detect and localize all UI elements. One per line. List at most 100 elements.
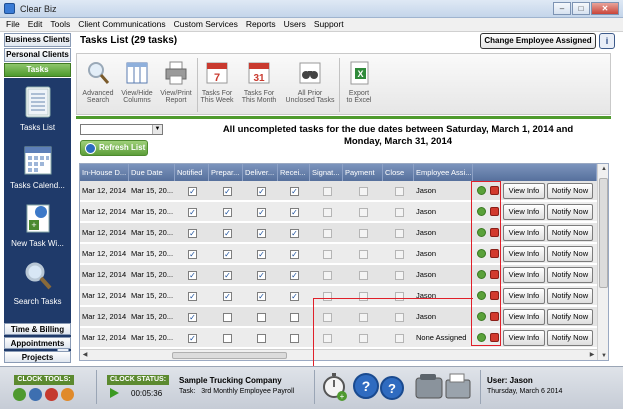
view-info-button[interactable]: View Info (503, 330, 545, 346)
tasks-this-month-button[interactable]: 31 Tasks For This Month (239, 60, 279, 104)
nav-item-tasks-calendar[interactable]: Tasks Calend... (4, 144, 71, 190)
view-print-report-button[interactable]: View/Print Report (156, 60, 196, 104)
help-icon[interactable]: ? ? (352, 370, 408, 402)
status-checkbox[interactable]: ✓ (257, 271, 266, 280)
view-info-button[interactable]: View Info (503, 183, 545, 199)
nav-tasks[interactable]: Tasks (4, 63, 71, 77)
status-checkbox[interactable] (359, 313, 368, 322)
phone-fax-icon[interactable] (414, 370, 474, 402)
table-row[interactable]: Mar 12, 2014 Mar 15, 20... ✓ ✓ ✓ ✓ Jason View I… (80, 244, 597, 264)
col-employee-assigned[interactable]: Employee Assi... (414, 164, 473, 181)
status-checkbox[interactable]: ✓ (188, 229, 197, 238)
table-row[interactable]: Mar 12, 2014 Mar 15, 20... ✓ Jason View Info… (80, 307, 597, 327)
menu-users[interactable]: Users (284, 18, 306, 31)
status-checkbox[interactable]: ✓ (290, 229, 299, 238)
notify-now-button[interactable]: Notify Now (547, 267, 593, 283)
status-checkbox[interactable]: ✓ (188, 334, 197, 343)
menu-client-communications[interactable]: Client Communications (78, 18, 165, 31)
status-checkbox[interactable] (323, 250, 332, 259)
status-checkbox[interactable]: ✓ (290, 208, 299, 217)
export-to-excel-button[interactable]: X Export to Excel (339, 60, 379, 104)
menu-reports[interactable]: Reports (246, 18, 276, 31)
view-info-button[interactable]: View Info (503, 225, 545, 241)
date-range-select[interactable]: ▼ (80, 124, 163, 135)
col-signature[interactable]: Signat... (310, 164, 343, 181)
view-info-button[interactable]: View Info (503, 204, 545, 220)
status-checkbox[interactable] (257, 313, 266, 322)
scrollbar-thumb[interactable] (172, 352, 287, 359)
stopwatch-add-icon[interactable]: + (322, 370, 348, 402)
view-hide-columns-button[interactable]: View/Hide Columns (117, 60, 157, 104)
status-checkbox[interactable]: ✓ (223, 187, 232, 196)
notify-now-button[interactable]: Notify Now (547, 183, 593, 199)
status-checkbox[interactable] (359, 229, 368, 238)
menu-custom-services[interactable]: Custom Services (174, 18, 238, 31)
status-checkbox[interactable]: ✓ (257, 292, 266, 301)
col-close[interactable]: Close (383, 164, 414, 181)
close-button[interactable]: ✕ (591, 2, 619, 15)
status-checkbox[interactable]: ✓ (223, 271, 232, 280)
status-checkbox[interactable] (395, 313, 404, 322)
status-checkbox[interactable]: ✓ (223, 292, 232, 301)
table-row[interactable]: Mar 12, 2014 Mar 15, 20... ✓ None Assigned V… (80, 328, 597, 348)
status-checkbox[interactable] (395, 229, 404, 238)
vertical-scrollbar[interactable]: ▲ ▼ (597, 164, 608, 360)
status-checkbox[interactable] (359, 208, 368, 217)
nav-time-billing[interactable]: Time & Billing (4, 323, 71, 335)
clock-stop-icon[interactable] (45, 388, 58, 401)
refresh-list-button[interactable]: Refresh List (80, 140, 148, 156)
table-row[interactable]: Mar 12, 2014 Mar 15, 20... ✓ ✓ ✓ ✓ Jason View I… (80, 286, 597, 306)
nav-personal-clients[interactable]: Personal Clients (4, 48, 71, 62)
status-checkbox[interactable]: ✓ (223, 208, 232, 217)
notify-now-button[interactable]: Notify Now (547, 225, 593, 241)
status-checkbox[interactable]: ✓ (257, 187, 266, 196)
tasks-this-week-button[interactable]: 7 Tasks For This Week (197, 60, 237, 104)
status-checkbox[interactable]: ✓ (257, 229, 266, 238)
status-checkbox[interactable] (359, 292, 368, 301)
chevron-down-icon[interactable]: ▼ (152, 125, 162, 134)
scroll-right-icon[interactable]: ▶ (587, 350, 597, 360)
change-employee-assigned-button[interactable]: Change Employee Assigned (480, 33, 596, 49)
view-info-button[interactable]: View Info (503, 288, 545, 304)
table-row[interactable]: Mar 12, 2014 Mar 15, 20... ✓ ✓ ✓ ✓ Jason View I… (80, 223, 597, 243)
status-checkbox[interactable] (323, 187, 332, 196)
play-icon[interactable] (110, 388, 119, 398)
nav-projects[interactable]: Projects (4, 351, 71, 363)
clock-in-icon[interactable] (13, 388, 26, 401)
col-payment[interactable]: Payment (343, 164, 383, 181)
menu-edit[interactable]: Edit (28, 18, 43, 31)
col-inhouse-date[interactable]: In-House D... (80, 164, 129, 181)
status-checkbox[interactable] (257, 334, 266, 343)
status-checkbox[interactable] (290, 334, 299, 343)
status-checkbox[interactable] (323, 229, 332, 238)
status-checkbox[interactable]: ✓ (188, 313, 197, 322)
scrollbar-thumb[interactable] (599, 178, 608, 288)
notify-now-button[interactable]: Notify Now (547, 330, 593, 346)
minimize-button[interactable]: – (553, 2, 571, 15)
status-checkbox[interactable] (395, 271, 404, 280)
table-row[interactable]: Mar 12, 2014 Mar 15, 20... ✓ ✓ ✓ ✓ Jason View I… (80, 265, 597, 285)
status-checkbox[interactable] (223, 313, 232, 322)
table-row[interactable]: Mar 12, 2014 Mar 15, 20... ✓ ✓ ✓ ✓ Jason View I… (80, 202, 597, 222)
col-notified[interactable]: Notified (175, 164, 209, 181)
status-checkbox[interactable]: ✓ (257, 250, 266, 259)
status-checkbox[interactable] (395, 292, 404, 301)
status-checkbox[interactable] (359, 334, 368, 343)
table-row[interactable]: Mar 12, 2014 Mar 15, 20... ✓ ✓ ✓ ✓ Jason View I… (80, 181, 597, 201)
col-received[interactable]: Recei... (278, 164, 310, 181)
status-checkbox[interactable]: ✓ (188, 271, 197, 280)
status-checkbox[interactable] (323, 313, 332, 322)
status-checkbox[interactable] (395, 187, 404, 196)
status-checkbox[interactable]: ✓ (257, 208, 266, 217)
status-checkbox[interactable]: ✓ (223, 229, 232, 238)
view-info-button[interactable]: View Info (503, 309, 545, 325)
status-checkbox[interactable]: ✓ (188, 208, 197, 217)
view-info-button[interactable]: View Info (503, 267, 545, 283)
advanced-search-button[interactable]: Advanced Search (78, 60, 118, 104)
status-checkbox[interactable] (323, 292, 332, 301)
nav-item-tasks-list[interactable]: Tasks List (4, 86, 71, 132)
status-checkbox[interactable] (359, 250, 368, 259)
menu-tools[interactable]: Tools (50, 18, 70, 31)
status-checkbox[interactable] (359, 271, 368, 280)
info-icon[interactable]: i (599, 33, 615, 49)
